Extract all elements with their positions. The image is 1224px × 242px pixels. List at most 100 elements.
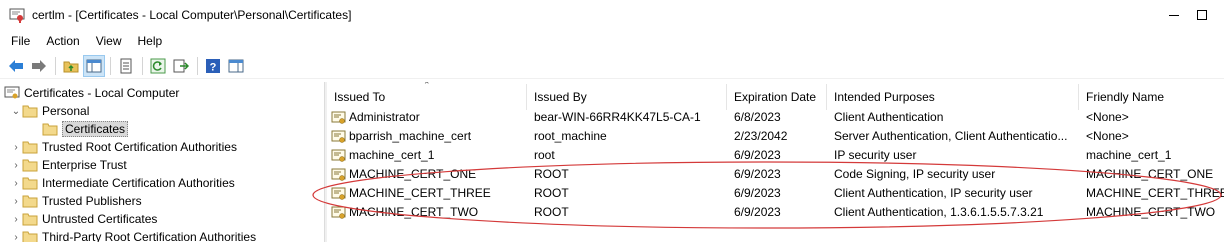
cell-issued-to: bparrish_machine_cert xyxy=(331,127,525,146)
help-icon: ? xyxy=(206,58,220,73)
refresh-icon xyxy=(150,58,166,73)
folder-icon xyxy=(22,177,38,190)
tree-item-intermediate[interactable]: › Intermediate Certification Authorities xyxy=(10,174,322,192)
tree-item-certificates[interactable]: Certificates xyxy=(42,120,322,138)
chevron-right-icon[interactable]: › xyxy=(10,156,22,174)
tree-item-label: Certificates xyxy=(62,121,129,137)
minimize-button[interactable] xyxy=(1151,0,1197,30)
menu-file[interactable]: File xyxy=(3,30,38,52)
forward-button[interactable] xyxy=(28,55,50,77)
cell-friendly-name: <None> xyxy=(1086,110,1129,124)
column-header-label: Friendly Name xyxy=(1086,90,1165,104)
up-folder-icon xyxy=(63,61,79,72)
certificate-icon xyxy=(331,111,346,124)
properties-icon xyxy=(120,58,132,73)
folder-icon xyxy=(22,159,38,172)
menu-action[interactable]: Action xyxy=(38,30,87,52)
tree-item-root[interactable]: Certificates - Local Computer xyxy=(4,84,322,102)
column-header-issued-to[interactable]: ⌃ Issued To xyxy=(327,82,527,110)
forward-icon xyxy=(32,59,46,72)
table-row[interactable]: MACHINE_CERT_THREE ROOT 6/9/2023 Client … xyxy=(327,184,1224,203)
show-action-pane-icon xyxy=(228,59,244,72)
cell-friendly-name: machine_cert_1 xyxy=(1086,148,1172,162)
show-hide-tree-icon xyxy=(86,59,102,72)
tree-item-label: Certificates - Local Computer xyxy=(24,86,180,100)
cell-issued-to: machine_cert_1 xyxy=(331,146,525,165)
tree-item-untrusted[interactable]: › Untrusted Certificates xyxy=(10,210,322,228)
up-folder-button[interactable] xyxy=(60,55,82,77)
properties-button[interactable] xyxy=(115,55,137,77)
chevron-right-icon[interactable]: › xyxy=(10,192,22,210)
cell-issued-to: Administrator xyxy=(331,108,525,127)
column-header-label: Intended Purposes xyxy=(834,90,935,104)
table-row[interactable]: bparrish_machine_cert root_machine 2/23/… xyxy=(327,127,1224,146)
chevron-right-icon[interactable]: › xyxy=(10,228,22,242)
cell-expiration-date: 6/8/2023 xyxy=(734,110,781,124)
certificate-console-icon xyxy=(9,8,25,23)
cell-text: MACHINE_CERT_THREE xyxy=(349,186,491,200)
column-header-issued-by[interactable]: Issued By xyxy=(527,84,727,110)
maximize-button[interactable] xyxy=(1197,0,1224,30)
cell-friendly-name: MACHINE_CERT_TWO xyxy=(1086,205,1216,219)
chevron-right-icon[interactable]: › xyxy=(10,138,22,156)
tree-item-label: Personal xyxy=(42,104,90,118)
list-header: ⌃ Issued To Issued By Expiration Date In… xyxy=(327,82,1224,110)
table-row[interactable]: MACHINE_CERT_TWO ROOT 6/9/2023 Client Au… xyxy=(327,203,1224,222)
maximize-icon xyxy=(1197,10,1207,20)
folder-icon xyxy=(42,123,58,136)
cell-text: MACHINE_CERT_ONE xyxy=(349,167,477,181)
show-hide-tree-button[interactable] xyxy=(83,54,105,77)
toolbar-separator xyxy=(55,56,56,75)
certificate-icon xyxy=(331,206,346,219)
toolbar: ? xyxy=(0,53,1224,79)
column-header-expiration-date[interactable]: Expiration Date xyxy=(727,84,827,110)
cell-issued-to: MACHINE_CERT_ONE xyxy=(331,165,525,184)
cell-intended-purposes: IP security user xyxy=(834,148,917,162)
show-action-pane-button[interactable] xyxy=(225,55,247,77)
help-button[interactable]: ? xyxy=(202,55,224,77)
certificate-store-icon xyxy=(4,86,20,99)
tree-item-label: Trusted Publishers xyxy=(42,194,142,208)
folder-open-icon xyxy=(22,105,38,118)
tree-item-personal[interactable]: ⌄ Personal xyxy=(10,102,322,120)
column-header-label: Issued To xyxy=(334,90,386,104)
column-header-label: Expiration Date xyxy=(734,90,817,104)
cell-intended-purposes: Client Authentication, 1.3.6.1.5.5.7.3.2… xyxy=(834,205,1044,219)
chevron-right-icon[interactable]: › xyxy=(10,210,22,228)
export-list-icon xyxy=(173,59,189,72)
column-header-label: Issued By xyxy=(534,90,587,104)
cell-friendly-name: MACHINE_CERT_ONE xyxy=(1086,167,1214,181)
cell-friendly-name: <None> xyxy=(1086,129,1129,143)
chevron-down-icon[interactable]: ⌄ xyxy=(10,102,22,120)
cell-intended-purposes: Code Signing, IP security user xyxy=(834,167,996,181)
cell-issued-by: root xyxy=(534,148,555,162)
menu-view[interactable]: View xyxy=(88,30,130,52)
table-row[interactable]: MACHINE_CERT_ONE ROOT 6/9/2023 Code Sign… xyxy=(327,165,1224,184)
export-list-button[interactable] xyxy=(170,55,192,77)
minimize-icon xyxy=(1169,14,1179,16)
tree-item-trusted-root[interactable]: › Trusted Root Certification Authorities xyxy=(10,138,322,156)
menu-bar: File Action View Help xyxy=(0,30,1224,52)
back-button[interactable] xyxy=(5,55,27,77)
toolbar-separator xyxy=(197,56,198,75)
folder-icon xyxy=(22,195,38,208)
tree-item-third-party-root[interactable]: › Third-Party Root Certification Authori… xyxy=(10,228,322,242)
table-row[interactable]: machine_cert_1 root 6/9/2023 IP security… xyxy=(327,146,1224,165)
certificate-icon xyxy=(331,130,346,143)
svg-text:?: ? xyxy=(210,61,217,73)
menu-help[interactable]: Help xyxy=(130,30,171,52)
tree-item-trusted-publishers[interactable]: › Trusted Publishers xyxy=(10,192,322,210)
column-header-friendly-name[interactable]: Friendly Name xyxy=(1079,84,1224,110)
tree-item-enterprise-trust[interactable]: › Enterprise Trust xyxy=(10,156,322,174)
table-row[interactable]: Administrator bear-WIN-66RR4KK47L5-CA-1 … xyxy=(327,108,1224,127)
tree-item-label: Intermediate Certification Authorities xyxy=(42,176,235,190)
refresh-button[interactable] xyxy=(147,55,169,77)
cell-issued-to: MACHINE_CERT_THREE xyxy=(331,184,525,203)
cell-friendly-name: MACHINE_CERT_THREE xyxy=(1086,186,1224,200)
chevron-right-icon[interactable]: › xyxy=(10,174,22,192)
folder-icon xyxy=(22,213,38,226)
tree-item-label: Enterprise Trust xyxy=(42,158,127,172)
column-header-intended-purposes[interactable]: Intended Purposes xyxy=(827,84,1079,110)
certificate-list: ⌃ Issued To Issued By Expiration Date In… xyxy=(327,82,1224,242)
cell-expiration-date: 6/9/2023 xyxy=(734,167,781,181)
